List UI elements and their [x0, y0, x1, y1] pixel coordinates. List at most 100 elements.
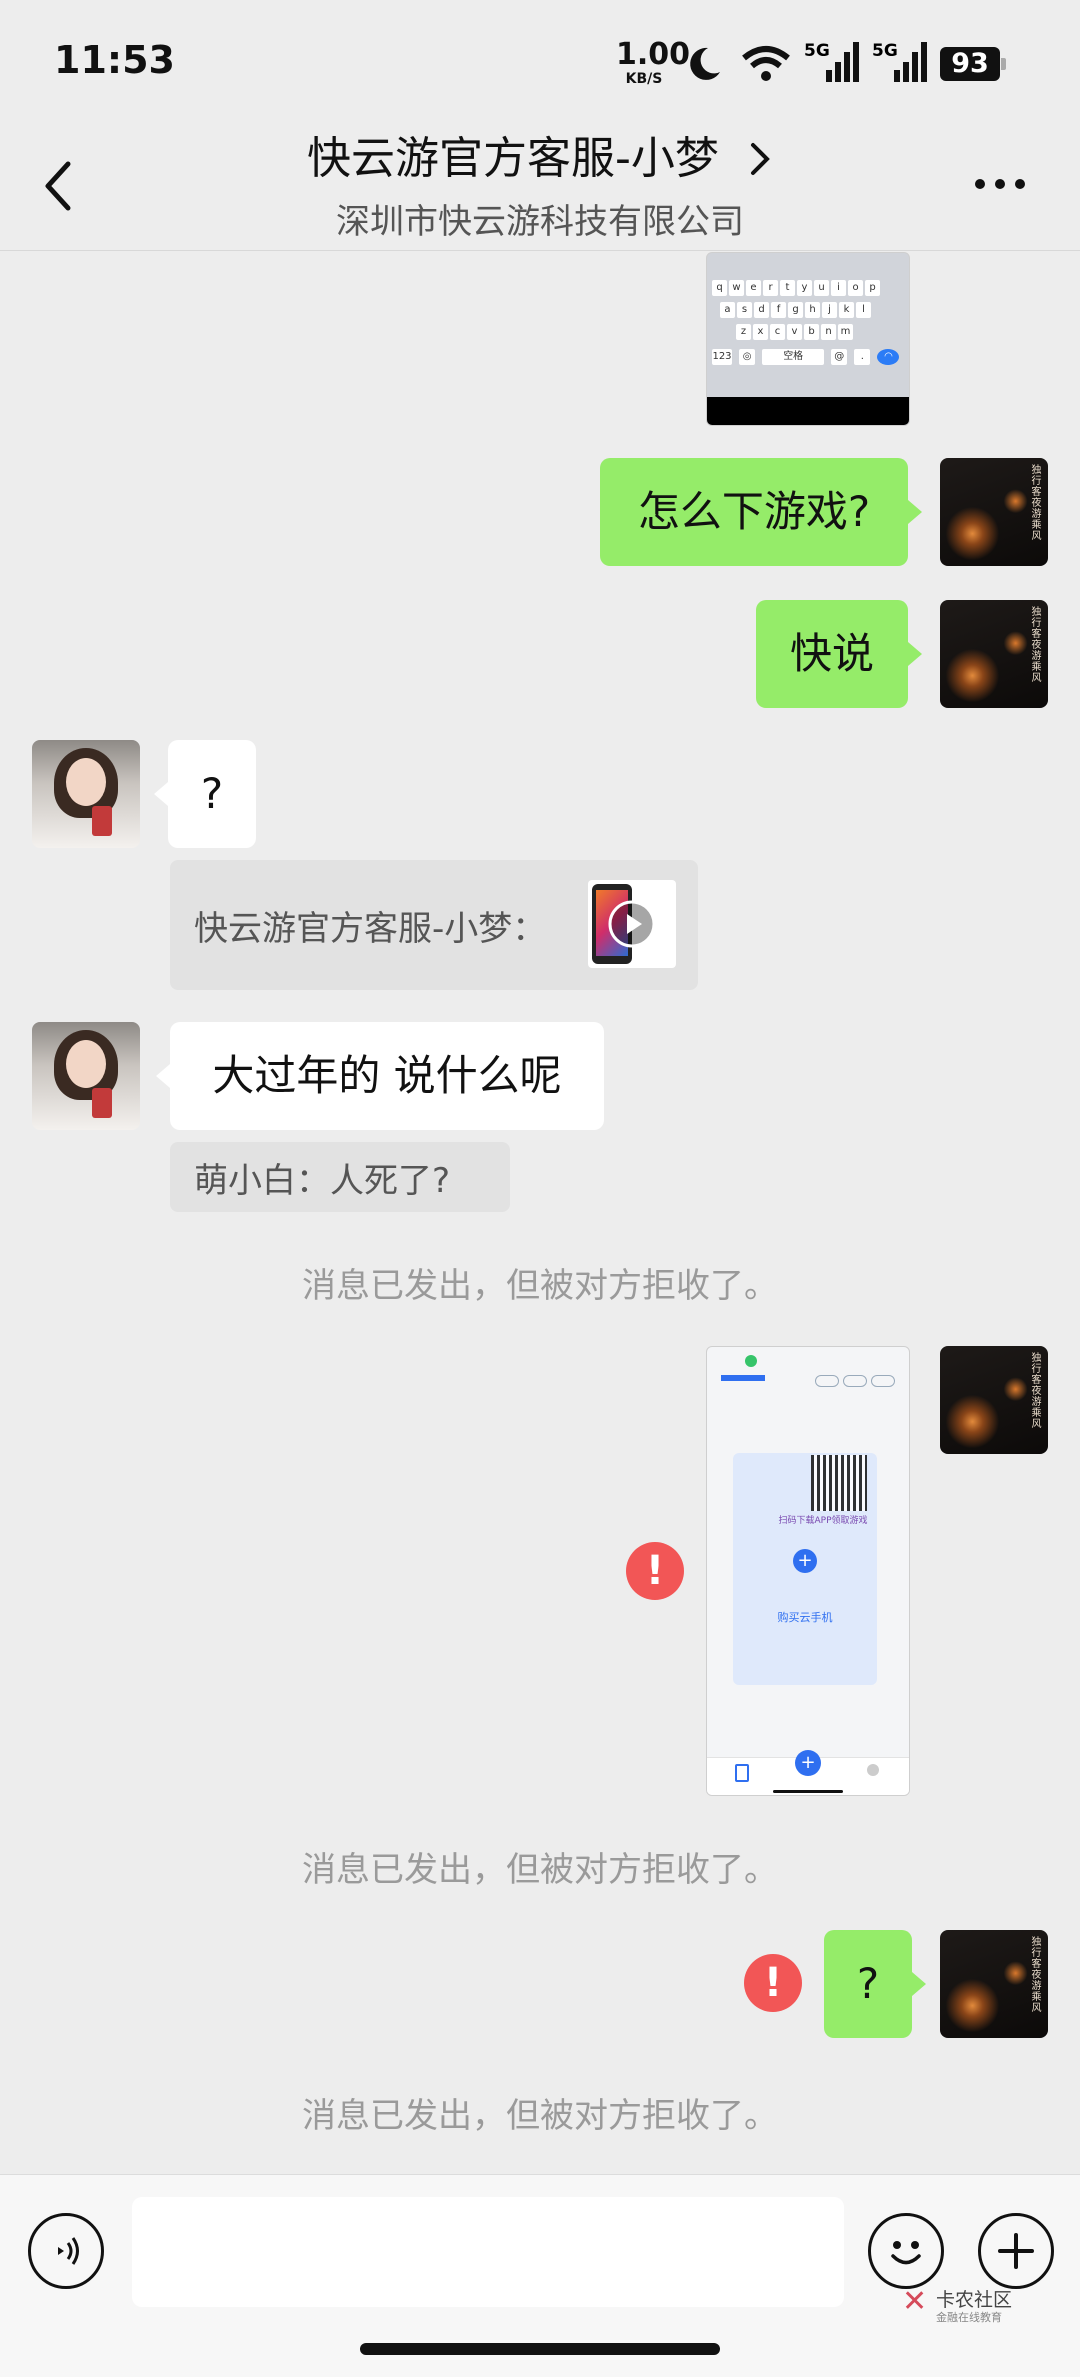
qr-code-image — [811, 1455, 867, 1511]
keyboard-key: z — [736, 324, 751, 340]
my-avatar[interactable]: 独行客夜游乘风 — [940, 600, 1048, 708]
chat-title-text: 快云游官方客服-小梦 — [307, 133, 719, 184]
play-icon — [608, 900, 656, 948]
send-failed-icon[interactable]: ! — [626, 1542, 684, 1600]
keyboard-row: zxcvbnm — [711, 319, 905, 341]
keyboard-key: n — [821, 324, 836, 340]
keyboard-key: h — [805, 302, 820, 318]
more-icon[interactable] — [972, 172, 1028, 196]
keyboard-key: x — [753, 324, 768, 340]
chat-subtitle: 深圳市快云游科技有限公司 — [336, 202, 744, 242]
buy-cloud-phone-label: 购买云手机 — [777, 1611, 833, 1624]
system-notice-rejected: 消息已发出，但被对方拒收了。 — [302, 2096, 778, 2136]
sent-message-bubble[interactable]: 快说 — [756, 600, 922, 708]
image-message-keyboard[interactable]: qwertyuiop asdfghjkl zxcvbnm 123 ◎ 空格 @ … — [706, 252, 910, 426]
sent-message-bubble[interactable]: ? — [824, 1930, 926, 2038]
watermark-logo-icon: ✕ — [902, 2284, 928, 2319]
received-message-bubble[interactable]: 大过年的 说什么呢 — [156, 1022, 604, 1130]
keyboard-row: asdfghjkl — [711, 297, 905, 319]
keyboard-key: p — [865, 280, 880, 296]
qr-caption: 扫码下载APP领取游戏 — [778, 1516, 868, 1526]
mini-home-indicator — [773, 1790, 843, 1793]
signal-5g-icon-2: 5G — [872, 41, 927, 82]
quote-text: 萌小白：人死了? — [194, 1160, 451, 1201]
keyboard-key: o — [848, 280, 863, 296]
svg-text:5G: 5G — [872, 41, 898, 61]
chat-title[interactable]: 快云游官方客服-小梦 — [0, 122, 1080, 186]
globe-key-icon: ◎ — [739, 349, 756, 365]
keyboard-key: l — [856, 302, 871, 318]
keyboard-preview: qwertyuiop asdfghjkl zxcvbnm 123 ◎ 空格 @ … — [707, 253, 909, 366]
keyboard-key: q — [712, 280, 727, 296]
keyboard-key: i — [831, 280, 846, 296]
chevron-right-icon — [750, 143, 770, 175]
wifi-key-icon: ◠ — [877, 349, 900, 365]
video-thumbnail — [588, 880, 676, 968]
keyboard-key: e — [746, 280, 761, 296]
keyboard-key: c — [770, 324, 785, 340]
image-message-app-screenshot[interactable]: 扫码下载APP领取游戏 + 购买云手机 + — [706, 1346, 910, 1796]
plus-icon — [998, 2233, 1034, 2269]
watermark: ✕ 卡农社区 金融在线教育 — [902, 2285, 1022, 2325]
system-notice-rejected: 消息已发出，但被对方拒收了。 — [302, 1266, 778, 1306]
system-notice-rejected: 消息已发出，但被对方拒收了。 — [302, 1850, 778, 1890]
received-message-bubble[interactable]: ? — [154, 740, 256, 848]
network-speed: 1.00 KB/S — [616, 37, 691, 87]
keyboard-key: b — [804, 324, 819, 340]
keyboard-key: r — [763, 280, 778, 296]
profile-tab-icon — [867, 1764, 879, 1776]
my-avatar[interactable]: 独行客夜游乘风 — [940, 1930, 1048, 2038]
home-indicator[interactable] — [360, 2343, 720, 2355]
watermark-name: 卡农社区 — [936, 2289, 1013, 2311]
plus-button[interactable] — [978, 2213, 1054, 2289]
keyboard-key: v — [787, 324, 802, 340]
keyboard-key: f — [771, 302, 786, 318]
plus-icon-small: + — [793, 1549, 817, 1573]
at-key: @ — [831, 349, 848, 365]
message-input[interactable] — [132, 2197, 844, 2307]
quoted-message[interactable]: 萌小白：人死了? — [170, 1142, 510, 1212]
voice-button[interactable] — [28, 2213, 104, 2289]
quote-text: 快云游官方客服-小梦： — [194, 908, 547, 949]
app-card: 扫码下载APP领取游戏 + 购买云手机 — [733, 1453, 877, 1685]
app-tab-bar — [721, 1375, 765, 1381]
keyboard-key: g — [788, 302, 803, 318]
moon-icon — [690, 47, 720, 80]
emoji-button[interactable] — [868, 2213, 944, 2289]
send-failed-icon[interactable]: ! — [744, 1954, 802, 2012]
keyboard-row: qwertyuiop — [711, 275, 905, 297]
app-bottom-nav: + — [707, 1750, 909, 1795]
my-avatar[interactable]: 独行客夜游乘风 — [940, 1346, 1048, 1454]
message-text: ? — [200, 769, 224, 818]
keyboard-key: s — [737, 302, 752, 318]
keyboard-key: m — [838, 324, 853, 340]
network-speed-unit: KB/S — [625, 71, 663, 87]
app-top-pills — [815, 1375, 895, 1387]
message-text: ? — [856, 1959, 880, 2008]
input-bar: ✕ 卡农社区 金融在线教育 — [0, 2174, 1080, 2377]
wifi-icon — [742, 46, 790, 81]
agent-avatar[interactable] — [32, 740, 140, 848]
key-123: 123 — [712, 349, 732, 365]
keyboard-key: u — [814, 280, 829, 296]
chat-header: 快云游官方客服-小梦 深圳市快云游科技有限公司 — [0, 120, 1080, 251]
emoji-icon — [891, 2241, 921, 2265]
message-text: 怎么下游戏? — [637, 487, 871, 536]
keyboard-key: a — [720, 302, 735, 318]
sent-message-bubble[interactable]: 怎么下游戏? — [600, 458, 922, 566]
signal-5g-icon: 5G — [804, 41, 859, 82]
keyboard-key: y — [797, 280, 812, 296]
keyboard-bottom-bar — [707, 397, 909, 425]
watermark-tagline: 金融在线教育 — [936, 2311, 1002, 2324]
keyboard-key: k — [839, 302, 854, 318]
keyboard-key: t — [780, 280, 795, 296]
my-avatar[interactable]: 独行客夜游乘风 — [940, 458, 1048, 566]
quoted-message[interactable]: 快云游官方客服-小梦： — [170, 860, 698, 990]
dot-key: . — [854, 349, 871, 365]
message-text: 大过年的 说什么呢 — [212, 1051, 562, 1100]
network-speed-value: 1.00 — [616, 37, 691, 72]
svg-text:5G: 5G — [804, 41, 830, 61]
center-plus-icon: + — [795, 1750, 821, 1776]
keyboard-key: d — [754, 302, 769, 318]
agent-avatar[interactable] — [32, 1022, 140, 1130]
